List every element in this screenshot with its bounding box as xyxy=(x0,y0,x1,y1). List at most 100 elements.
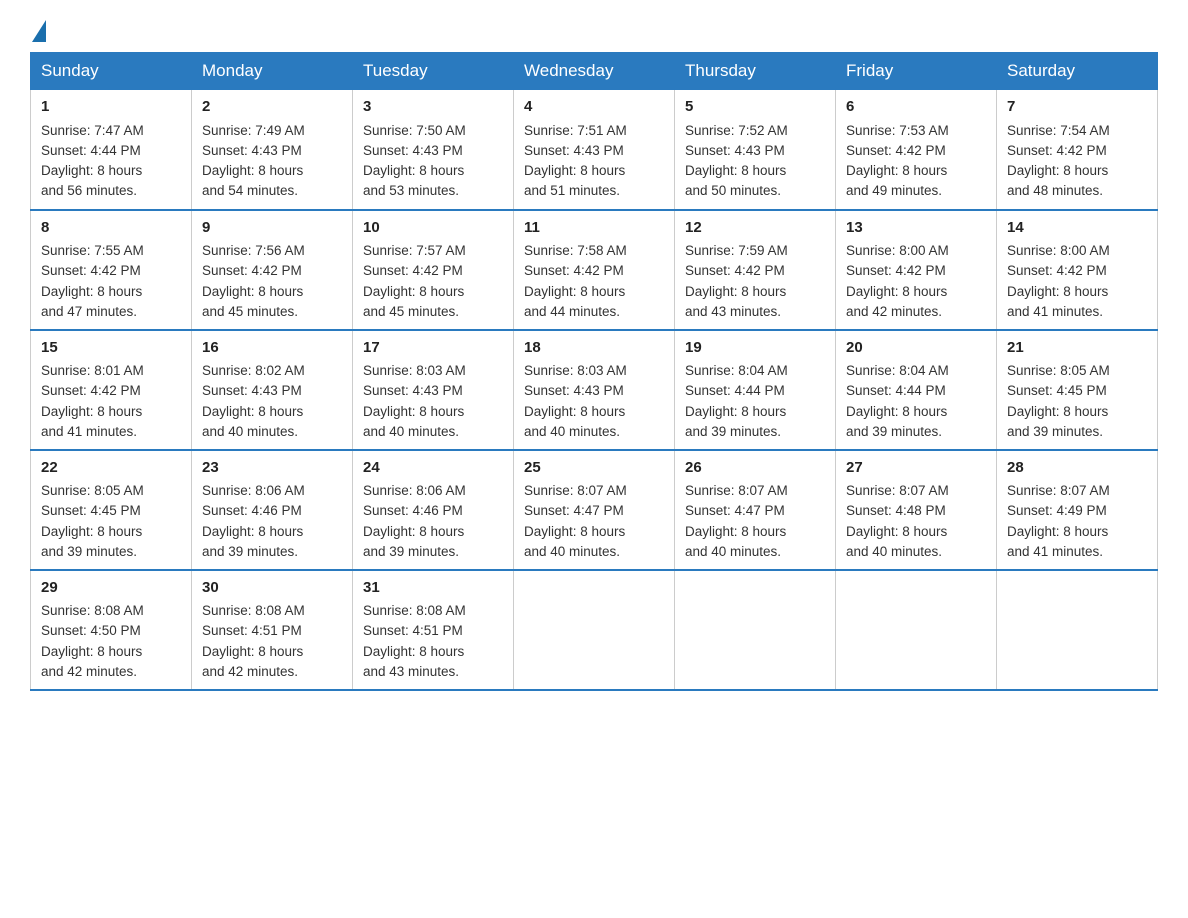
day-number: 9 xyxy=(202,217,342,240)
day-number: 27 xyxy=(846,457,986,480)
calendar-cell: 8Sunrise: 7:55 AMSunset: 4:42 PMDaylight… xyxy=(31,210,192,330)
day-number: 4 xyxy=(524,96,664,119)
calendar-cell: 7Sunrise: 7:54 AMSunset: 4:42 PMDaylight… xyxy=(997,90,1158,210)
cell-content: 23Sunrise: 8:06 AMSunset: 4:46 PMDayligh… xyxy=(202,457,342,563)
calendar-cell: 22Sunrise: 8:05 AMSunset: 4:45 PMDayligh… xyxy=(31,450,192,570)
day-number: 28 xyxy=(1007,457,1147,480)
weekday-header-sunday: Sunday xyxy=(31,53,192,90)
calendar-cell: 6Sunrise: 7:53 AMSunset: 4:42 PMDaylight… xyxy=(836,90,997,210)
calendar-cell: 28Sunrise: 8:07 AMSunset: 4:49 PMDayligh… xyxy=(997,450,1158,570)
page-header xyxy=(30,20,1158,42)
calendar-cell: 9Sunrise: 7:56 AMSunset: 4:42 PMDaylight… xyxy=(192,210,353,330)
day-number: 26 xyxy=(685,457,825,480)
day-number: 13 xyxy=(846,217,986,240)
cell-content: 4Sunrise: 7:51 AMSunset: 4:43 PMDaylight… xyxy=(524,96,664,202)
calendar-cell: 14Sunrise: 8:00 AMSunset: 4:42 PMDayligh… xyxy=(997,210,1158,330)
calendar-cell: 3Sunrise: 7:50 AMSunset: 4:43 PMDaylight… xyxy=(353,90,514,210)
calendar-cell: 21Sunrise: 8:05 AMSunset: 4:45 PMDayligh… xyxy=(997,330,1158,450)
calendar-cell: 20Sunrise: 8:04 AMSunset: 4:44 PMDayligh… xyxy=(836,330,997,450)
calendar-cell: 31Sunrise: 8:08 AMSunset: 4:51 PMDayligh… xyxy=(353,570,514,690)
day-number: 30 xyxy=(202,577,342,600)
day-number: 19 xyxy=(685,337,825,360)
day-number: 10 xyxy=(363,217,503,240)
day-number: 11 xyxy=(524,217,664,240)
day-number: 29 xyxy=(41,577,181,600)
calendar-cell xyxy=(836,570,997,690)
day-number: 25 xyxy=(524,457,664,480)
calendar-cell: 26Sunrise: 8:07 AMSunset: 4:47 PMDayligh… xyxy=(675,450,836,570)
day-number: 7 xyxy=(1007,96,1147,119)
calendar-cell: 13Sunrise: 8:00 AMSunset: 4:42 PMDayligh… xyxy=(836,210,997,330)
day-number: 3 xyxy=(363,96,503,119)
cell-content: 8Sunrise: 7:55 AMSunset: 4:42 PMDaylight… xyxy=(41,217,181,323)
calendar-week-row: 22Sunrise: 8:05 AMSunset: 4:45 PMDayligh… xyxy=(31,450,1158,570)
cell-content: 15Sunrise: 8:01 AMSunset: 4:42 PMDayligh… xyxy=(41,337,181,443)
calendar-cell xyxy=(514,570,675,690)
calendar-week-row: 8Sunrise: 7:55 AMSunset: 4:42 PMDaylight… xyxy=(31,210,1158,330)
calendar-week-row: 15Sunrise: 8:01 AMSunset: 4:42 PMDayligh… xyxy=(31,330,1158,450)
day-number: 6 xyxy=(846,96,986,119)
day-number: 12 xyxy=(685,217,825,240)
cell-content: 1Sunrise: 7:47 AMSunset: 4:44 PMDaylight… xyxy=(41,96,181,202)
day-number: 22 xyxy=(41,457,181,480)
day-number: 24 xyxy=(363,457,503,480)
calendar-table: SundayMondayTuesdayWednesdayThursdayFrid… xyxy=(30,52,1158,691)
day-number: 5 xyxy=(685,96,825,119)
weekday-header-friday: Friday xyxy=(836,53,997,90)
cell-content: 19Sunrise: 8:04 AMSunset: 4:44 PMDayligh… xyxy=(685,337,825,443)
calendar-cell: 17Sunrise: 8:03 AMSunset: 4:43 PMDayligh… xyxy=(353,330,514,450)
calendar-cell: 11Sunrise: 7:58 AMSunset: 4:42 PMDayligh… xyxy=(514,210,675,330)
cell-content: 9Sunrise: 7:56 AMSunset: 4:42 PMDaylight… xyxy=(202,217,342,323)
calendar-cell: 23Sunrise: 8:06 AMSunset: 4:46 PMDayligh… xyxy=(192,450,353,570)
weekday-header-row: SundayMondayTuesdayWednesdayThursdayFrid… xyxy=(31,53,1158,90)
cell-content: 5Sunrise: 7:52 AMSunset: 4:43 PMDaylight… xyxy=(685,96,825,202)
cell-content: 27Sunrise: 8:07 AMSunset: 4:48 PMDayligh… xyxy=(846,457,986,563)
cell-content: 17Sunrise: 8:03 AMSunset: 4:43 PMDayligh… xyxy=(363,337,503,443)
cell-content: 3Sunrise: 7:50 AMSunset: 4:43 PMDaylight… xyxy=(363,96,503,202)
day-number: 14 xyxy=(1007,217,1147,240)
day-number: 8 xyxy=(41,217,181,240)
calendar-cell: 2Sunrise: 7:49 AMSunset: 4:43 PMDaylight… xyxy=(192,90,353,210)
calendar-cell: 24Sunrise: 8:06 AMSunset: 4:46 PMDayligh… xyxy=(353,450,514,570)
day-number: 16 xyxy=(202,337,342,360)
cell-content: 14Sunrise: 8:00 AMSunset: 4:42 PMDayligh… xyxy=(1007,217,1147,323)
cell-content: 20Sunrise: 8:04 AMSunset: 4:44 PMDayligh… xyxy=(846,337,986,443)
cell-content: 11Sunrise: 7:58 AMSunset: 4:42 PMDayligh… xyxy=(524,217,664,323)
calendar-cell: 4Sunrise: 7:51 AMSunset: 4:43 PMDaylight… xyxy=(514,90,675,210)
day-number: 23 xyxy=(202,457,342,480)
cell-content: 28Sunrise: 8:07 AMSunset: 4:49 PMDayligh… xyxy=(1007,457,1147,563)
calendar-cell: 15Sunrise: 8:01 AMSunset: 4:42 PMDayligh… xyxy=(31,330,192,450)
weekday-header-thursday: Thursday xyxy=(675,53,836,90)
weekday-header-tuesday: Tuesday xyxy=(353,53,514,90)
logo-triangle-icon xyxy=(32,20,46,42)
calendar-cell: 10Sunrise: 7:57 AMSunset: 4:42 PMDayligh… xyxy=(353,210,514,330)
logo xyxy=(30,20,48,42)
cell-content: 24Sunrise: 8:06 AMSunset: 4:46 PMDayligh… xyxy=(363,457,503,563)
cell-content: 13Sunrise: 8:00 AMSunset: 4:42 PMDayligh… xyxy=(846,217,986,323)
day-number: 20 xyxy=(846,337,986,360)
cell-content: 16Sunrise: 8:02 AMSunset: 4:43 PMDayligh… xyxy=(202,337,342,443)
day-number: 17 xyxy=(363,337,503,360)
day-number: 31 xyxy=(363,577,503,600)
day-number: 2 xyxy=(202,96,342,119)
cell-content: 2Sunrise: 7:49 AMSunset: 4:43 PMDaylight… xyxy=(202,96,342,202)
cell-content: 12Sunrise: 7:59 AMSunset: 4:42 PMDayligh… xyxy=(685,217,825,323)
calendar-cell: 16Sunrise: 8:02 AMSunset: 4:43 PMDayligh… xyxy=(192,330,353,450)
calendar-cell: 19Sunrise: 8:04 AMSunset: 4:44 PMDayligh… xyxy=(675,330,836,450)
calendar-cell: 25Sunrise: 8:07 AMSunset: 4:47 PMDayligh… xyxy=(514,450,675,570)
weekday-header-wednesday: Wednesday xyxy=(514,53,675,90)
cell-content: 26Sunrise: 8:07 AMSunset: 4:47 PMDayligh… xyxy=(685,457,825,563)
cell-content: 21Sunrise: 8:05 AMSunset: 4:45 PMDayligh… xyxy=(1007,337,1147,443)
cell-content: 10Sunrise: 7:57 AMSunset: 4:42 PMDayligh… xyxy=(363,217,503,323)
calendar-cell: 12Sunrise: 7:59 AMSunset: 4:42 PMDayligh… xyxy=(675,210,836,330)
weekday-header-monday: Monday xyxy=(192,53,353,90)
calendar-week-row: 1Sunrise: 7:47 AMSunset: 4:44 PMDaylight… xyxy=(31,90,1158,210)
cell-content: 7Sunrise: 7:54 AMSunset: 4:42 PMDaylight… xyxy=(1007,96,1147,202)
calendar-cell xyxy=(675,570,836,690)
day-number: 1 xyxy=(41,96,181,119)
calendar-cell: 1Sunrise: 7:47 AMSunset: 4:44 PMDaylight… xyxy=(31,90,192,210)
calendar-cell: 18Sunrise: 8:03 AMSunset: 4:43 PMDayligh… xyxy=(514,330,675,450)
cell-content: 29Sunrise: 8:08 AMSunset: 4:50 PMDayligh… xyxy=(41,577,181,683)
weekday-header-saturday: Saturday xyxy=(997,53,1158,90)
calendar-cell xyxy=(997,570,1158,690)
